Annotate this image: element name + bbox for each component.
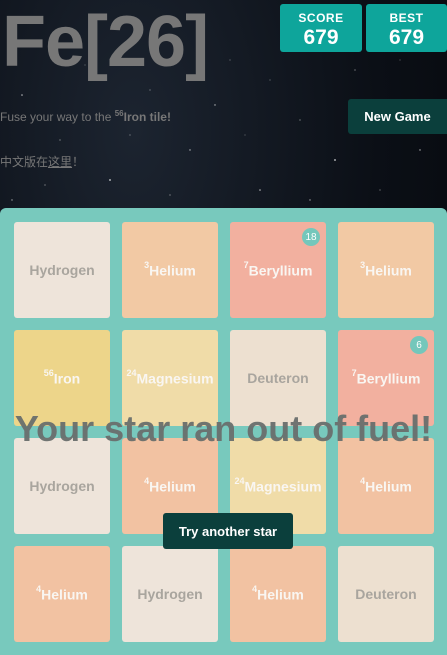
- tile-element-name: Helium: [149, 262, 196, 279]
- tile-isotope: 4: [36, 583, 42, 594]
- intro-text: Fuse your way to the: [0, 110, 115, 124]
- tile-label: 4Helium: [36, 583, 88, 603]
- tile: Hydrogen: [14, 438, 110, 534]
- tile-element-name: Hydrogen: [137, 586, 203, 602]
- tile-isotope: 3: [360, 259, 366, 270]
- tile: 3Helium: [338, 222, 434, 318]
- score-label: SCORE: [298, 11, 344, 25]
- tile: 4Helium: [230, 546, 326, 642]
- tile-label: 3Helium: [144, 259, 196, 279]
- tile-element-name: Hydrogen: [29, 262, 95, 278]
- tile-element-name: Iron: [53, 370, 81, 387]
- tile: 3Helium: [122, 222, 218, 318]
- tile-label: 7Beryllium: [351, 367, 421, 387]
- tile-label: 7Beryllium: [243, 259, 313, 279]
- tile-label: 24Magnesium: [126, 367, 214, 387]
- tile-isotope: 7: [351, 367, 357, 378]
- game-title: Fe[26]: [2, 2, 209, 82]
- tile-label: 4Helium: [360, 475, 412, 495]
- retry-button[interactable]: Try another star: [163, 513, 293, 549]
- tile-label: 24Magnesium: [234, 475, 322, 495]
- tile: Hydrogen: [14, 222, 110, 318]
- best-score-box: BEST 679: [366, 4, 447, 52]
- intro-isotope: 56: [114, 109, 124, 118]
- tile-isotope: 24: [234, 475, 245, 486]
- tile-isotope: 7: [243, 259, 249, 270]
- tile-element-name: Deuteron: [355, 586, 417, 602]
- tile: Deuteron: [338, 546, 434, 642]
- chinese-version-note: 中文版在这里！: [0, 153, 84, 170]
- chinese-prefix: 中文版在: [0, 155, 49, 169]
- tile-element-name: Helium: [257, 586, 304, 603]
- new-game-button[interactable]: New Game: [348, 99, 447, 134]
- tile-isotope: 24: [126, 367, 137, 378]
- tile-label: 4Helium: [144, 475, 196, 495]
- score-value: 679: [303, 26, 339, 49]
- tile-element-name: Helium: [41, 586, 88, 603]
- tile-isotope: 3: [144, 259, 150, 270]
- tile-label: Deuteron: [247, 370, 308, 386]
- tile-isotope: 4: [144, 475, 150, 486]
- tile-element-name: Deuteron: [247, 370, 309, 386]
- tile-element-name: Beryllium: [248, 262, 313, 279]
- best-value: 679: [388, 26, 425, 49]
- tile-label: 4Helium: [252, 583, 304, 603]
- tile-label: Hydrogen: [137, 586, 202, 602]
- game-over-message: Your star ran out of fuel!: [14, 408, 433, 449]
- tile-label: 3Helium: [360, 259, 412, 279]
- tile-element-name: Beryllium: [356, 370, 421, 387]
- tile: 7Beryllium 18: [230, 222, 326, 318]
- tile-count-badge: 18: [302, 228, 320, 246]
- tile-element-name: Magnesium: [244, 478, 322, 495]
- tile-label: Deuteron: [355, 586, 416, 602]
- tile: 4Helium: [338, 438, 434, 534]
- best-label: BEST: [389, 11, 424, 25]
- tile-element-name: Magnesium: [136, 370, 214, 387]
- tile-isotope: 4: [252, 583, 258, 594]
- tile-element-name: Helium: [365, 262, 412, 279]
- tile: 4Helium: [14, 546, 110, 642]
- chinese-version-link[interactable]: 这里: [48, 155, 72, 169]
- intro-goal-element: Iron tile!: [123, 110, 171, 124]
- score-box: SCORE 679: [280, 4, 362, 52]
- game-intro: Fuse your way to the 56Iron tile!: [0, 109, 171, 124]
- tile-count-badge: 6: [410, 336, 428, 354]
- tile-element-name: Helium: [365, 478, 412, 495]
- tile-label: 56Iron: [43, 367, 81, 387]
- tile-label: Hydrogen: [29, 478, 94, 494]
- tile-element-name: Hydrogen: [29, 478, 95, 494]
- chinese-suffix: ！: [72, 155, 85, 169]
- tile-label: Hydrogen: [29, 262, 94, 278]
- tile-element-name: Helium: [149, 478, 196, 495]
- tile-isotope: 4: [360, 475, 366, 486]
- tile-isotope: 56: [43, 367, 54, 378]
- tile: Hydrogen: [122, 546, 218, 642]
